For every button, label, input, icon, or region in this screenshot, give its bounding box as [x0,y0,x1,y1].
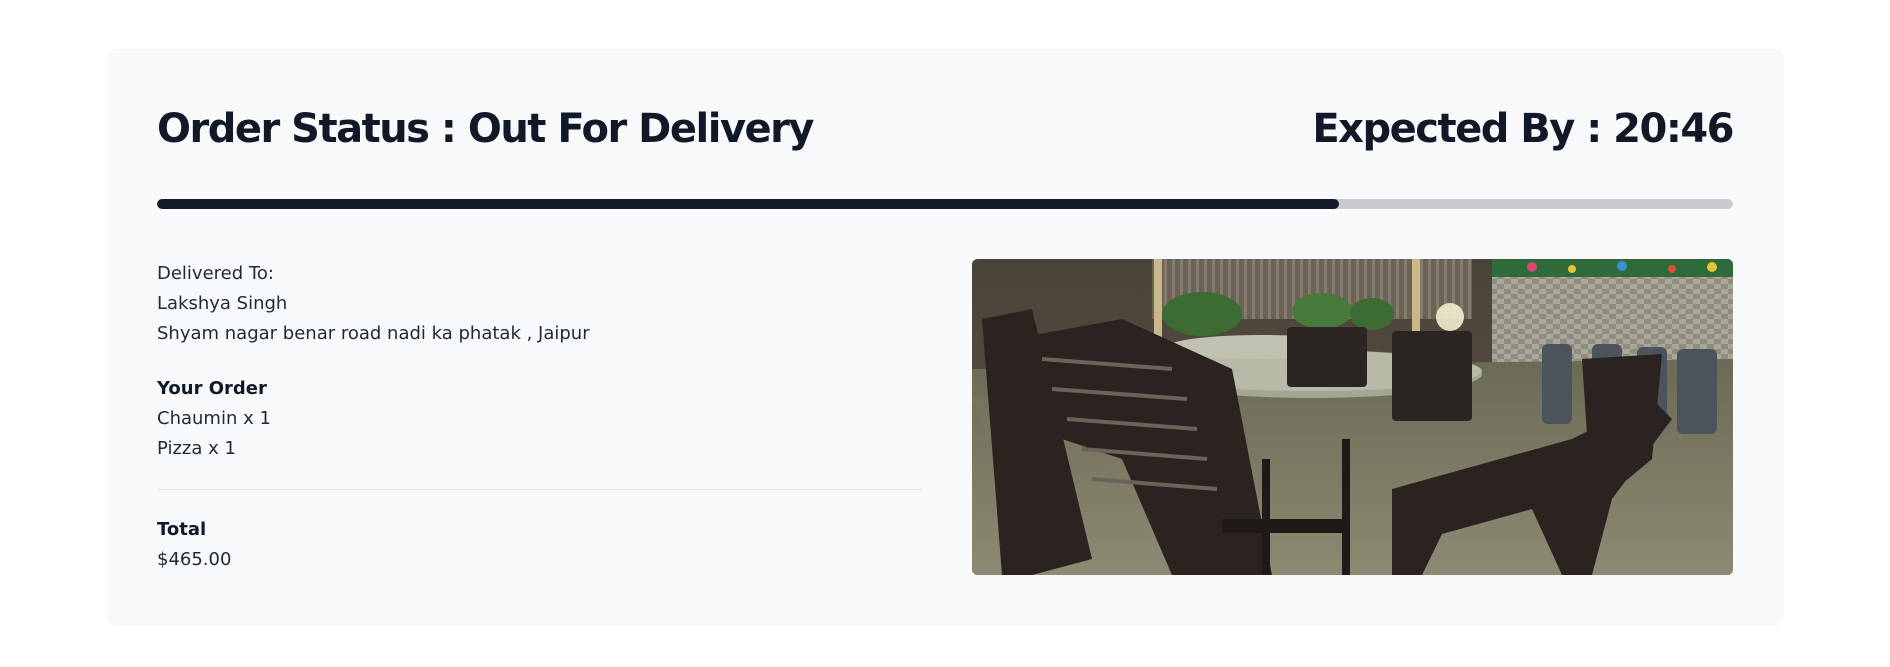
order-item: Chaumin x 1 [157,408,271,429]
order-status-title: Order Status : Out For Delivery [157,106,814,152]
restaurant-image [972,259,1733,575]
order-item: Pizza x 1 [157,438,236,459]
delivered-to-label: Delivered To: [157,263,274,284]
order-details: Delivered To: Lakshya Singh Shyam nagar … [157,259,923,575]
your-order-heading: Your Order [157,378,267,399]
order-header: Order Status : Out For Delivery Expected… [157,99,1734,159]
order-status-card: Order Status : Out For Delivery Expected… [107,49,1783,626]
expected-time: Expected By : 20:46 [1312,106,1734,152]
delivery-progress-bar [157,199,1733,209]
total-label: Total [157,519,207,540]
divider [157,489,923,490]
total-amount: $465.00 [157,549,232,570]
customer-name: Lakshya Singh [157,293,288,314]
delivery-progress-fill [157,199,1339,209]
delivery-address: Shyam nagar benar road nadi ka phatak , … [157,323,590,344]
